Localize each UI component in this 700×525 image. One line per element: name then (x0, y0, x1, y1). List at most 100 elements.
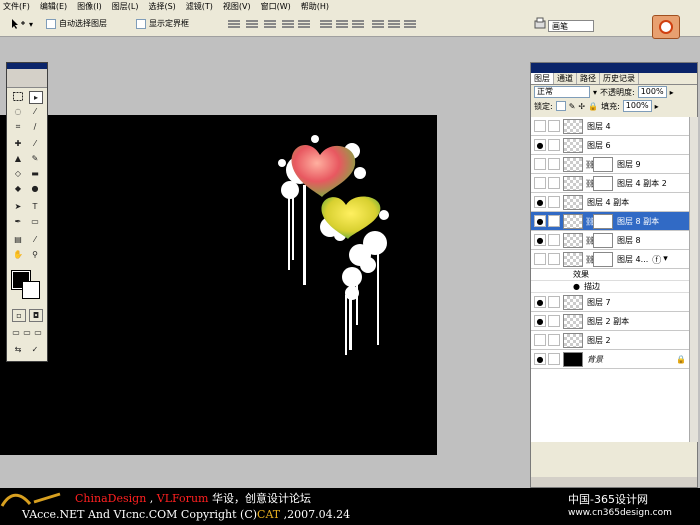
eye-icon[interactable]: ● (534, 353, 546, 365)
menu-layer[interactable]: 图层(L) (112, 1, 139, 12)
notes-tool-icon[interactable]: ▤ (12, 234, 24, 245)
align-bottom-icon[interactable] (264, 19, 276, 29)
link-toggle[interactable] (548, 196, 560, 208)
visibility-toggle[interactable] (534, 253, 546, 265)
link-toggle[interactable] (548, 234, 560, 246)
blend-mode-select[interactable]: 正常 (534, 86, 590, 98)
screen-mode-3-icon[interactable]: ▭ (32, 327, 44, 338)
move-tool-icon[interactable]: ▾ (10, 18, 33, 30)
link-toggle[interactable] (548, 120, 560, 132)
layer-row[interactable]: ⛓ 图层 9 (531, 155, 689, 174)
pen-tool-icon[interactable]: ✒ (12, 216, 24, 227)
distribute-vcenter-icon[interactable] (336, 19, 348, 29)
visibility-toggle[interactable] (534, 158, 546, 170)
gradient-tool-icon[interactable]: ▬ (29, 168, 41, 179)
hand-tool-icon[interactable]: ✋ (12, 249, 24, 260)
layer-row[interactable]: ● 图层 6 (531, 136, 689, 155)
distribute-right-icon[interactable] (404, 19, 416, 29)
quickmask-mode-icon[interactable]: ◘ (29, 309, 43, 322)
align-vcenter-icon[interactable] (246, 19, 258, 29)
menu-filter[interactable]: 滤镜(T) (186, 1, 213, 12)
link-toggle[interactable] (548, 158, 560, 170)
link-toggle[interactable] (548, 177, 560, 189)
feather-logo[interactable] (7, 69, 47, 88)
visibility-toggle[interactable] (534, 177, 546, 189)
tab-paths[interactable]: 路径 (577, 73, 600, 84)
menu-window[interactable]: 窗口(W) (261, 1, 291, 12)
marquee-tool-icon[interactable] (12, 91, 24, 102)
distribute-hcenter-icon[interactable] (388, 19, 400, 29)
lasso-tool-icon[interactable]: ◌ (12, 106, 24, 117)
shape-tool-icon[interactable]: ▭ (29, 216, 41, 227)
lock-all-icon[interactable]: 🔒 (588, 102, 598, 111)
menu-select[interactable]: 选择(S) (148, 1, 175, 12)
eyedropper-tool-icon[interactable]: ⁄ (29, 234, 41, 245)
distribute-left-icon[interactable] (372, 19, 384, 29)
menu-image[interactable]: 图像(I) (77, 1, 102, 12)
lock-move-icon[interactable]: ✢ (578, 102, 585, 111)
layer-mask-thumbnail[interactable] (593, 213, 613, 229)
layer-mask-thumbnail[interactable] (593, 251, 613, 267)
layer-row-background[interactable]: ● 背景 🔒 (531, 350, 689, 369)
align-top-icon[interactable] (228, 19, 240, 29)
healing-brush-icon[interactable]: ✚ (12, 138, 24, 149)
move-tool-active-icon[interactable]: ▸ (29, 91, 43, 104)
eye-icon[interactable]: ● (534, 196, 546, 208)
fx-icon[interactable]: ⓕ (652, 253, 661, 266)
link-toggle[interactable] (548, 296, 560, 308)
layer-row[interactable]: ⛓ 图层 4... ⓕ ▾ (531, 250, 689, 269)
align-left-icon[interactable] (282, 19, 294, 29)
type-tool-icon[interactable]: T (29, 201, 41, 212)
slice-tool-icon[interactable]: ∕ (29, 121, 41, 132)
dodge-tool-icon[interactable]: ● (29, 183, 41, 194)
auto-select-checkbox[interactable]: 自动选择图层 (46, 18, 107, 29)
brush-icon[interactable] (548, 215, 560, 227)
distribute-top-icon[interactable] (320, 19, 332, 29)
eye-icon[interactable]: ● (534, 215, 546, 227)
layer-row[interactable]: ● 图层 7 (531, 293, 689, 312)
layer-row[interactable]: ⛓ 图层 4 副本 2 (531, 174, 689, 193)
link-toggle[interactable] (548, 315, 560, 327)
layer-mask-thumbnail[interactable] (593, 232, 613, 248)
menu-view[interactable]: 视图(V) (223, 1, 251, 12)
path-select-icon[interactable]: ➤ (12, 201, 24, 212)
magic-wand-icon[interactable]: ⁄ (29, 106, 41, 117)
fill-slider-arrow-icon[interactable]: ▸ (655, 102, 659, 111)
eye-icon[interactable]: ● (534, 315, 546, 327)
show-bounds-check[interactable] (136, 18, 146, 29)
stamp-tool-icon[interactable]: ▲ (12, 153, 24, 164)
layer-row-selected[interactable]: ● ⛓ 图层 8 副本 (531, 212, 689, 231)
layer-row[interactable]: ● 图层 2 副本 (531, 312, 689, 331)
opacity-slider-arrow-icon[interactable]: ▸ (670, 88, 674, 97)
menu-edit[interactable]: 编辑(E) (40, 1, 67, 12)
layer-row[interactable]: 图层 2 (531, 331, 689, 350)
edit-check-icon[interactable]: ✓ (29, 344, 41, 355)
layers-scrollbar[interactable] (689, 117, 698, 442)
link-toggle[interactable] (548, 139, 560, 151)
background-color-swatch[interactable] (22, 281, 40, 299)
fill-input[interactable]: 100% (622, 100, 652, 112)
effects-row[interactable]: 效果 (531, 269, 689, 281)
palette-titlebar[interactable] (531, 63, 697, 73)
auto-select-check[interactable] (46, 18, 56, 29)
brush-tool-icon[interactable]: ⁄ (29, 138, 41, 149)
link-toggle[interactable] (548, 253, 560, 265)
imageready-jump-icon[interactable] (652, 15, 680, 39)
link-toggle[interactable] (548, 334, 560, 346)
layer-row[interactable]: 图层 4 (531, 117, 689, 136)
visibility-toggle[interactable] (534, 334, 546, 346)
zoom-tool-icon[interactable]: ⚲ (29, 249, 41, 260)
eraser-tool-icon[interactable]: ◇ (12, 168, 24, 179)
layer-row[interactable]: ● ⛓ 图层 8 (531, 231, 689, 250)
brush-palette-tab[interactable]: 画笔 (548, 20, 594, 32)
layer-row[interactable]: ● 图层 4 副本 (531, 193, 689, 212)
file-browser-icon[interactable] (534, 17, 546, 29)
layer-mask-thumbnail[interactable] (593, 156, 613, 172)
lock-brush-icon[interactable]: ✎ (569, 102, 576, 111)
menu-file[interactable]: 文件(F) (3, 1, 30, 12)
tab-layers[interactable]: 图层 (531, 73, 554, 84)
distribute-bottom-icon[interactable] (352, 19, 364, 29)
eye-icon[interactable]: ● (534, 234, 546, 246)
tab-channels[interactable]: 通道 (554, 73, 577, 84)
menu-help[interactable]: 帮助(H) (301, 1, 329, 12)
